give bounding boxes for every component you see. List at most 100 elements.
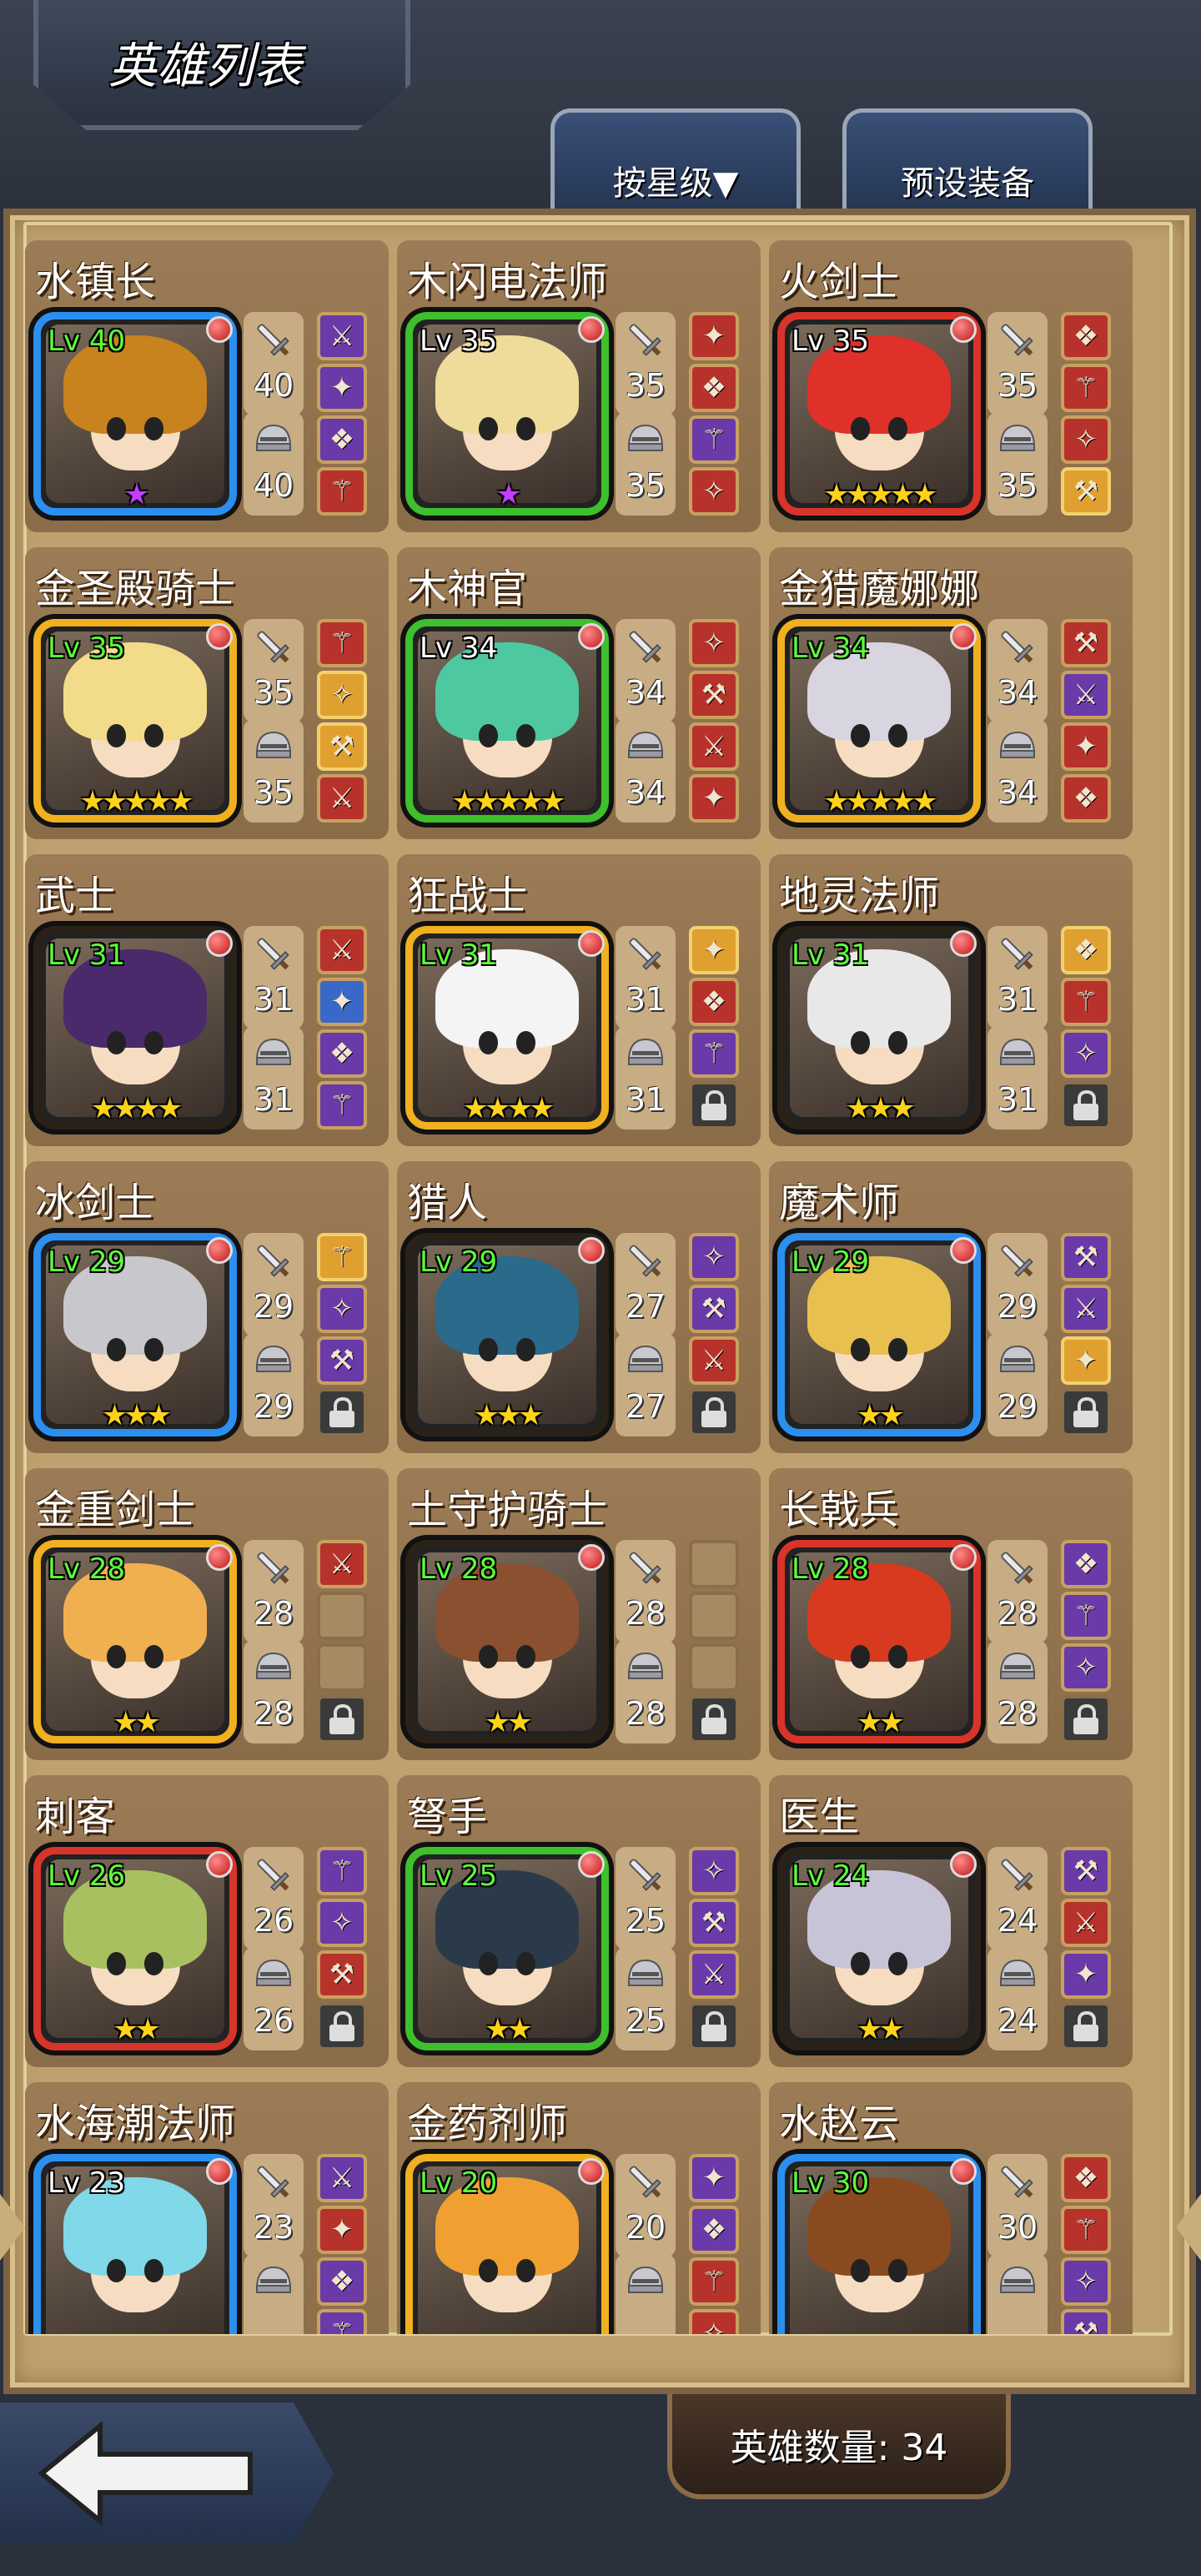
hero-portrait[interactable]: Lv 34 ★★★★★ — [405, 619, 609, 823]
equipment-slot[interactable]: ✧ — [689, 2309, 739, 2334]
hero-card[interactable]: 水赵云 Lv 30 30 ❖ ⚚ ✧ ⚒ — [769, 2082, 1133, 2334]
hero-card[interactable]: 金药剂师 Lv 20 20 ✦ ❖ ⚚ ✧ — [397, 2082, 761, 2334]
hero-grid[interactable]: 水镇长 Lv 40 ★ 40 40 ⚔ ✦ ❖ ⚚ 木闪电法师 Lv 35 ★ 35 35 ✦ ❖ ⚚ ✧ 火剑士 L… — [25, 224, 1171, 2334]
equipment-slot[interactable]: ✦ — [317, 364, 367, 412]
hero-portrait[interactable]: Lv 30 — [777, 2154, 981, 2334]
equipment-slot[interactable]: ✦ — [689, 774, 739, 823]
hero-portrait[interactable]: Lv 35 ★★★★★ — [33, 619, 237, 823]
hero-card[interactable]: 土守护骑士 Lv 28 ★★ 28 28 — [397, 1468, 761, 1760]
equipment-slot[interactable]: ⚔ — [689, 1950, 739, 1999]
equipment-slot[interactable]: ⚒ — [689, 1285, 739, 1333]
equipment-slot[interactable] — [1061, 2002, 1111, 2050]
hero-portrait[interactable]: Lv 29 ★★★ — [33, 1233, 237, 1436]
equipment-slot[interactable]: ✧ — [1061, 1029, 1111, 1078]
equipment-slot[interactable]: ❖ — [689, 978, 739, 1026]
hero-card[interactable]: 木闪电法师 Lv 35 ★ 35 35 ✦ ❖ ⚚ ✧ — [397, 240, 761, 532]
equipment-slot[interactable]: ✦ — [1061, 722, 1111, 771]
equipment-slot[interactable]: ✧ — [1061, 1643, 1111, 1692]
hero-portrait[interactable]: Lv 20 — [405, 2154, 609, 2334]
equipment-slot[interactable]: ❖ — [689, 364, 739, 412]
equipment-slot[interactable]: ✦ — [689, 312, 739, 360]
equipment-slot[interactable]: ✦ — [317, 978, 367, 1026]
equipment-slot[interactable]: ⚔ — [1061, 1285, 1111, 1333]
hero-portrait[interactable]: Lv 29 ★★ — [777, 1233, 981, 1436]
equipment-slot[interactable] — [689, 1081, 739, 1130]
hero-card[interactable]: 魔术师 Lv 29 ★★ 29 29 ⚒ ⚔ ✦ — [769, 1161, 1133, 1453]
equipment-slot[interactable]: ✧ — [689, 1233, 739, 1281]
hero-portrait[interactable]: Lv 26 ★★ — [33, 1847, 237, 2050]
equipment-slot[interactable] — [1061, 1388, 1111, 1436]
equipment-slot[interactable]: ✧ — [1061, 2257, 1111, 2306]
equipment-slot[interactable]: ❖ — [689, 2206, 739, 2254]
equipment-slot[interactable]: ⚔ — [1061, 671, 1111, 719]
hero-card[interactable]: 医生 Lv 24 ★★ 24 24 ⚒ ⚔ ✦ — [769, 1775, 1133, 2067]
hero-portrait[interactable]: Lv 31 ★★★★ — [405, 926, 609, 1130]
equipment-slot[interactable]: ⚔ — [689, 1336, 739, 1385]
preset-equipment-tab[interactable]: 预设装备 — [842, 108, 1093, 217]
equipment-slot[interactable] — [689, 2002, 739, 2050]
equipment-slot[interactable]: ❖ — [1061, 312, 1111, 360]
equipment-slot[interactable]: ⚒ — [1061, 619, 1111, 667]
equipment-slot[interactable]: ⚚ — [317, 2309, 367, 2334]
hero-card[interactable]: 金猎魔娜娜 Lv 34 ★★★★★ 34 34 ⚒ ⚔ ✦ ❖ — [769, 547, 1133, 839]
hero-card[interactable]: 水镇长 Lv 40 ★ 40 40 ⚔ ✦ ❖ ⚚ — [25, 240, 389, 532]
equipment-slot[interactable] — [689, 1540, 739, 1588]
hero-portrait[interactable]: Lv 34 ★★★★★ — [777, 619, 981, 823]
hero-portrait[interactable]: Lv 25 ★★ — [405, 1847, 609, 2050]
equipment-slot[interactable]: ✧ — [317, 1285, 367, 1333]
equipment-slot[interactable]: ✦ — [689, 2154, 739, 2202]
hero-card[interactable]: 猎人 Lv 29 ★★★ 27 27 ✧ ⚒ ⚔ — [397, 1161, 761, 1453]
hero-portrait[interactable]: Lv 29 ★★★ — [405, 1233, 609, 1436]
equipment-slot[interactable]: ❖ — [317, 1029, 367, 1078]
equipment-slot[interactable]: ⚒ — [1061, 2309, 1111, 2334]
equipment-slot[interactable]: ✦ — [1061, 1950, 1111, 1999]
equipment-slot[interactable]: ✧ — [689, 1847, 739, 1895]
equipment-slot[interactable]: ⚚ — [317, 619, 367, 667]
equipment-slot[interactable]: ✧ — [317, 1899, 367, 1947]
hero-card[interactable]: 长戟兵 Lv 28 ★★ 28 28 ❖ ⚚ ✧ — [769, 1468, 1133, 1760]
equipment-slot[interactable]: ⚒ — [1061, 1233, 1111, 1281]
equipment-slot[interactable]: ⚔ — [689, 722, 739, 771]
equipment-slot[interactable]: ⚒ — [689, 1899, 739, 1947]
equipment-slot[interactable]: ⚚ — [1061, 364, 1111, 412]
equipment-slot[interactable]: ⚒ — [317, 1336, 367, 1385]
hero-portrait[interactable]: Lv 28 ★★ — [777, 1540, 981, 1743]
equipment-slot[interactable]: ⚔ — [1061, 1899, 1111, 1947]
equipment-slot[interactable] — [689, 1592, 739, 1640]
equipment-slot[interactable]: ⚔ — [317, 312, 367, 360]
equipment-slot[interactable]: ⚚ — [689, 2257, 739, 2306]
hero-card[interactable]: 武士 Lv 31 ★★★★ 31 31 ⚔ ✦ ❖ ⚚ — [25, 854, 389, 1146]
equipment-slot[interactable]: ✧ — [1061, 415, 1111, 464]
equipment-slot[interactable] — [689, 1388, 739, 1436]
hero-card[interactable]: 狂战士 Lv 31 ★★★★ 31 31 ✦ ❖ ⚚ — [397, 854, 761, 1146]
equipment-slot[interactable] — [317, 1643, 367, 1692]
equipment-slot[interactable]: ⚔ — [317, 774, 367, 823]
hero-portrait[interactable]: Lv 28 ★★ — [33, 1540, 237, 1743]
equipment-slot[interactable]: ⚚ — [317, 1081, 367, 1130]
hero-card[interactable]: 地灵法师 Lv 31 ★★★ 31 31 ❖ ⚚ ✧ — [769, 854, 1133, 1146]
equipment-slot[interactable] — [317, 2002, 367, 2050]
equipment-slot[interactable]: ⚒ — [317, 1950, 367, 1999]
equipment-slot[interactable]: ⚚ — [1061, 978, 1111, 1026]
equipment-slot[interactable]: ⚚ — [689, 1029, 739, 1078]
equipment-slot[interactable]: ❖ — [317, 2257, 367, 2306]
equipment-slot[interactable] — [1061, 1081, 1111, 1130]
equipment-slot[interactable]: ✦ — [689, 926, 739, 974]
hero-portrait[interactable]: Lv 31 ★★★ — [777, 926, 981, 1130]
equipment-slot[interactable]: ❖ — [1061, 2154, 1111, 2202]
equipment-slot[interactable]: ✧ — [689, 619, 739, 667]
equipment-slot[interactable]: ⚚ — [317, 1233, 367, 1281]
hero-card[interactable]: 金重剑士 Lv 28 ★★ 28 28 ⚔ — [25, 1468, 389, 1760]
equipment-slot[interactable]: ✧ — [317, 671, 367, 719]
equipment-slot[interactable]: ✦ — [1061, 1336, 1111, 1385]
hero-card[interactable]: 金圣殿骑士 Lv 35 ★★★★★ 35 35 ⚚ ✧ ⚒ ⚔ — [25, 547, 389, 839]
equipment-slot[interactable] — [317, 1695, 367, 1743]
hero-portrait[interactable]: Lv 23 — [33, 2154, 237, 2334]
equipment-slot[interactable] — [1061, 1695, 1111, 1743]
equipment-slot[interactable]: ⚚ — [1061, 2206, 1111, 2254]
equipment-slot[interactable]: ⚔ — [317, 1540, 367, 1588]
equipment-slot[interactable]: ❖ — [317, 415, 367, 464]
hero-portrait[interactable]: Lv 28 ★★ — [405, 1540, 609, 1743]
hero-card[interactable]: 水海潮法师 Lv 23 23 ⚔ ✦ ❖ ⚚ — [25, 2082, 389, 2334]
hero-portrait[interactable]: Lv 24 ★★ — [777, 1847, 981, 2050]
